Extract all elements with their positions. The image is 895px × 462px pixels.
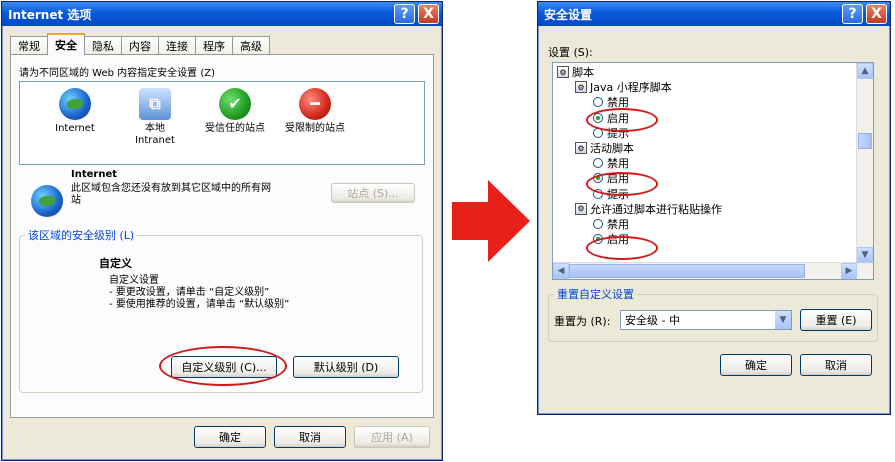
globe-icon <box>59 88 91 120</box>
reset-level-select[interactable]: 安全级 - 中 ▼ <box>620 310 792 330</box>
cancel-button[interactable]: 取消 <box>274 426 346 448</box>
zone-trusted-sites[interactable]: ✔ 受信任的站点 <box>196 88 274 135</box>
settings-folder-icon: ⚙ <box>575 202 587 215</box>
help-button[interactable]: ? <box>394 4 415 24</box>
sites-button: 站点 (S)... <box>331 183 415 203</box>
tree-folder-item[interactable]: ⚙ Java 小程序脚本 <box>575 80 672 94</box>
tree-folder-item[interactable]: ⚙ 活动脚本 <box>575 141 634 155</box>
zone-restricted-sites[interactable]: ━ 受限制的站点 <box>276 88 354 135</box>
radio-unchecked-icon[interactable] <box>593 97 603 108</box>
highlight-oval <box>586 236 658 260</box>
right-arrow-icon <box>452 180 530 262</box>
reset-group-label: 重置自定义设置 <box>554 286 637 302</box>
highlight-oval <box>586 172 658 196</box>
settings-folder-icon: ⚙ <box>575 142 587 154</box>
reset-button[interactable]: 重置 (E) <box>800 309 872 331</box>
checkmark-icon: ✔ <box>219 88 251 120</box>
reset-to-label: 重置为 (R): <box>554 315 611 328</box>
internet-options-titlebar[interactable]: Internet 选项 <box>2 2 442 26</box>
scroll-thumb[interactable] <box>858 133 872 149</box>
selected-zone-description: 此区域包含您还没有放到其它区域中的所有网站 <box>71 183 271 206</box>
restricted-icon: ━ <box>299 88 331 120</box>
zone-list: Internet ⧉ 本地 Intranet ✔ 受信任的站点 ━ 受限制的站点 <box>19 81 425 165</box>
settings-folder-icon: ⚙ <box>575 81 587 94</box>
internet-options-dialog: Internet 选项 ? X 常规 安全 隐私 内容 连接 程序 高级 请为不… <box>1 1 443 461</box>
ok-button[interactable]: 确定 <box>720 354 792 376</box>
custom-title: 自定义 <box>99 257 132 270</box>
dialog-title: Internet 选项 <box>8 7 92 22</box>
computer-network-icon: ⧉ <box>139 88 171 120</box>
tree-item-label: 允许通过脚本进行粘贴操作 <box>590 202 722 216</box>
hscroll-thumb[interactable] <box>569 264 805 278</box>
ok-button[interactable]: 确定 <box>194 426 266 448</box>
radio-unchecked-icon[interactable] <box>593 219 603 229</box>
tree-item-label: 禁用 <box>607 218 629 231</box>
highlight-oval <box>586 108 658 132</box>
highlight-oval <box>159 346 287 386</box>
tree-item-label: 活动脚本 <box>590 142 634 155</box>
tree-folder-item[interactable]: ⚙ 允许通过脚本进行粘贴操作 <box>575 202 722 216</box>
cancel-button[interactable]: 取消 <box>800 354 872 376</box>
vertical-scrollbar[interactable]: ▲ ▼ <box>856 63 873 279</box>
tab-security[interactable]: 安全 <box>47 33 85 55</box>
default-level-button[interactable]: 默认级别 (D) <box>293 356 399 378</box>
globe-icon <box>31 185 63 217</box>
tab-general[interactable]: 常规 <box>10 36 48 55</box>
chevron-down-icon[interactable]: ▼ <box>775 311 791 329</box>
settings-label: 设置 (S): <box>548 46 593 59</box>
tree-item-label: 脚本 <box>572 66 594 79</box>
tree-item-label: 禁用 <box>607 157 629 171</box>
tab-strip: 常规 安全 隐私 内容 连接 程序 高级 <box>10 33 270 55</box>
close-button[interactable]: X <box>418 4 439 24</box>
scroll-right-button[interactable]: ▶ <box>841 263 857 279</box>
radio-unchecked-icon[interactable] <box>593 158 603 169</box>
tree-radio-option[interactable]: 禁用 <box>593 217 629 231</box>
scroll-left-button[interactable]: ◀ <box>553 263 569 279</box>
close-button[interactable]: X <box>866 4 887 24</box>
tab-content[interactable]: 内容 <box>121 36 159 55</box>
scroll-up-button[interactable]: ▲ <box>857 63 873 79</box>
zone-local-intranet[interactable]: ⧉ 本地 Intranet <box>116 88 194 147</box>
tab-privacy[interactable]: 隐私 <box>84 36 122 55</box>
custom-line-3: - 要使用推荐的设置，请单击 “默认级别” <box>109 299 290 310</box>
dialog-title: 安全设置 <box>544 7 593 22</box>
horizontal-scrollbar[interactable]: ◀ ▶ <box>553 262 857 279</box>
security-settings-dialog: 安全设置 ? X 设置 (S): ⚙ 脚本 ⚙ Java 小程序脚本 禁用 启用 提示 ⚙ 活动… <box>537 1 891 415</box>
settings-folder-icon: ⚙ <box>557 66 569 78</box>
tree-item-label: Java 小程序脚本 <box>590 81 672 95</box>
selected-zone-name: Internet <box>71 169 118 180</box>
security-level-label: 该区域的安全级别 (L) <box>25 227 138 243</box>
zone-prompt: 请为不同区域的 Web 内容指定安全设置 (Z) <box>19 68 215 79</box>
security-tab-panel: 请为不同区域的 Web 内容指定安全设置 (Z) Internet ⧉ 本地 I… <box>10 54 434 418</box>
tree-radio-option[interactable]: 禁用 <box>593 156 629 170</box>
tree-folder-item[interactable]: ⚙ 脚本 <box>557 65 594 79</box>
tab-connections[interactable]: 连接 <box>158 36 196 55</box>
apply-button: 应用 (A) <box>354 426 430 448</box>
tab-advanced[interactable]: 高级 <box>232 36 270 55</box>
tab-programs[interactable]: 程序 <box>195 36 233 55</box>
help-button[interactable]: ? <box>842 4 863 24</box>
scroll-down-button[interactable]: ▼ <box>857 247 873 263</box>
zone-internet[interactable]: Internet <box>36 88 114 135</box>
security-settings-titlebar[interactable]: 安全设置 <box>538 2 890 26</box>
